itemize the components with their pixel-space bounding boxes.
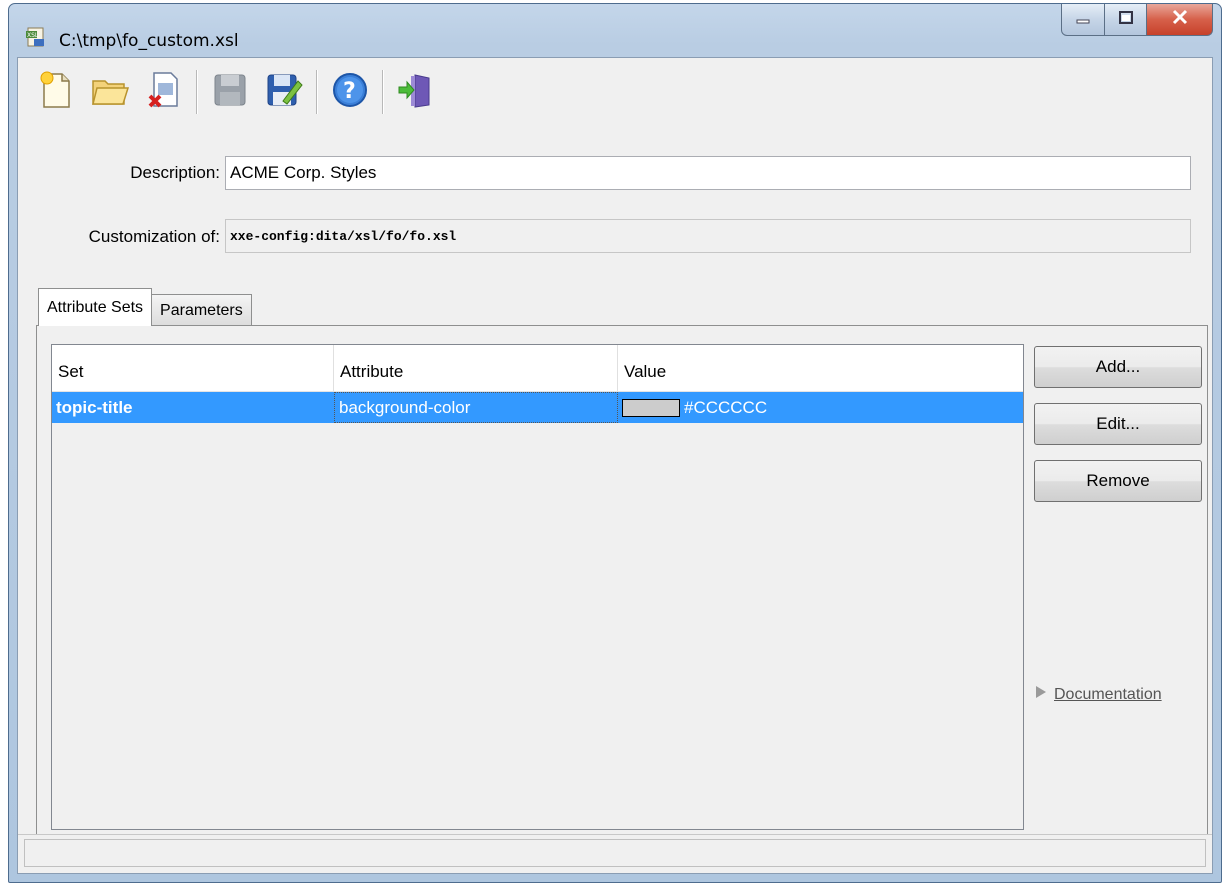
save-as-button[interactable] — [262, 70, 306, 114]
attribute-sets-panel: Set Attribute Value topic-title backgrou… — [36, 325, 1208, 838]
svg-text:?: ? — [343, 79, 356, 104]
xsl-file-icon: XSL — [25, 26, 47, 48]
maximize-button[interactable] — [1105, 4, 1147, 36]
title-bar[interactable]: XSL C:\tmp\fo_custom.xsl — [9, 4, 1221, 56]
maximize-icon — [1118, 10, 1134, 30]
cell-set[interactable]: topic-title — [52, 392, 334, 423]
description-field[interactable]: ACME Corp. Styles — [225, 156, 1191, 190]
save-icon — [211, 71, 249, 114]
toolbar-separator — [196, 70, 198, 114]
tab-label: Attribute Sets — [47, 298, 144, 316]
close-button[interactable] — [1147, 4, 1213, 36]
application-window: XSL C:\tmp\fo_custom.xsl ? Description: … — [8, 3, 1222, 883]
cell-value[interactable]: #CCCCCC — [618, 392, 1023, 423]
cell-attribute[interactable]: background-color — [334, 392, 618, 423]
description-value: ACME Corp. Styles — [230, 163, 377, 182]
documentation-label: Documentation — [1054, 685, 1162, 703]
exit-button[interactable] — [394, 70, 438, 114]
minimize-button[interactable] — [1061, 4, 1105, 36]
toolbar: ? — [34, 66, 438, 118]
column-header-attribute[interactable]: Attribute — [334, 345, 618, 391]
description-label: Description: — [130, 163, 220, 182]
customization-label: Customization of: — [88, 227, 220, 246]
color-swatch — [622, 398, 680, 417]
status-bar — [18, 834, 1212, 873]
table-header: Set Attribute Value — [52, 345, 1023, 392]
open-button[interactable] — [88, 70, 132, 114]
attribute-sets-table[interactable]: Set Attribute Value topic-title backgrou… — [51, 344, 1024, 830]
column-header-value[interactable]: Value — [618, 345, 1023, 391]
new-document-icon — [38, 70, 74, 115]
remove-button[interactable]: Remove — [1034, 460, 1202, 502]
save-as-icon — [265, 71, 303, 114]
table-row[interactable]: topic-title background-color #CCCCCC — [52, 392, 1023, 423]
customization-value: xxe-config:dita/xsl/fo/fo.xsl — [230, 228, 457, 244]
tab-strip: Attribute Sets Parameters — [38, 288, 252, 326]
open-folder-icon — [90, 71, 130, 114]
exit-icon — [397, 71, 435, 114]
customization-field: xxe-config:dita/xsl/fo/fo.xsl — [225, 219, 1191, 253]
close-icon — [1171, 9, 1189, 30]
close-document-button[interactable] — [142, 70, 186, 114]
help-icon: ? — [331, 71, 369, 114]
add-button[interactable]: Add... — [1034, 346, 1202, 388]
tab-parameters[interactable]: Parameters — [151, 294, 252, 326]
svg-text:XSL: XSL — [27, 32, 39, 39]
toolbar-separator — [316, 70, 318, 114]
documentation-link[interactable]: Documentation — [1034, 684, 1162, 705]
minimize-icon — [1075, 10, 1091, 30]
toolbar-separator — [382, 70, 384, 114]
window-title: C:\tmp\fo_custom.xsl — [59, 31, 239, 51]
edit-button[interactable]: Edit... — [1034, 403, 1202, 445]
dialog-body: ? Description: ACME Corp. Styles Customi… — [17, 57, 1213, 874]
expand-arrow-icon — [1034, 684, 1048, 705]
help-button[interactable]: ? — [328, 70, 372, 114]
tab-attribute-sets[interactable]: Attribute Sets — [38, 288, 153, 326]
close-document-icon — [146, 70, 182, 115]
save-button[interactable] — [208, 70, 252, 114]
tab-label: Parameters — [160, 301, 243, 319]
status-message-area — [24, 839, 1206, 867]
new-button[interactable] — [34, 70, 78, 114]
column-header-set[interactable]: Set — [52, 345, 334, 391]
cell-value-text: #CCCCCC — [684, 397, 768, 417]
